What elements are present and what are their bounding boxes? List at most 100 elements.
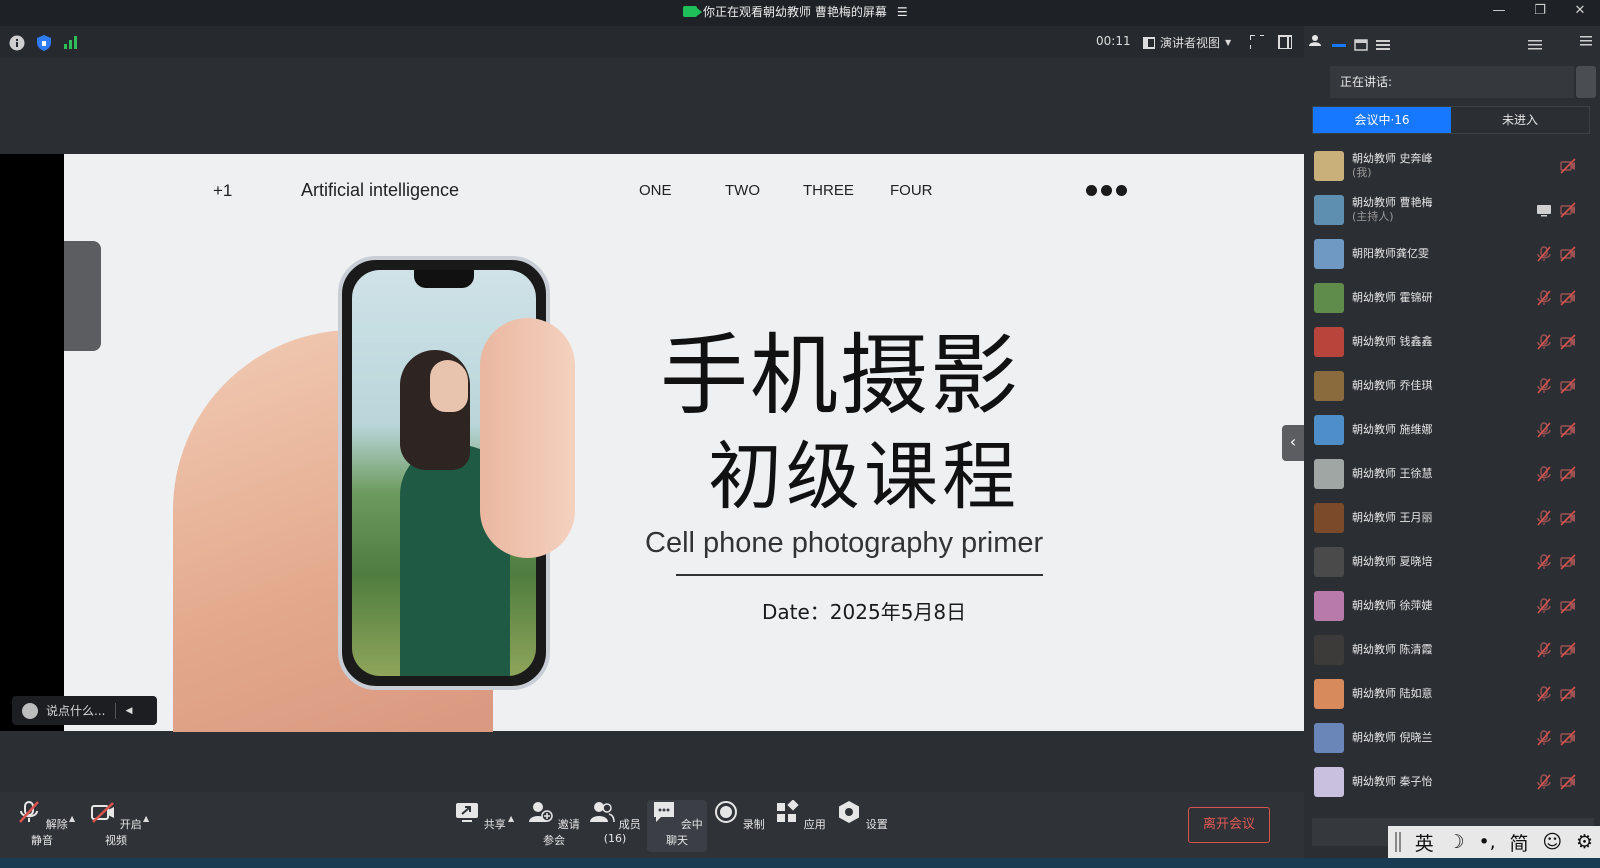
members-panel: 正在讲话: 会议中·16 未进入 朝幼教师 史奔峰 (我) 朝幼教师 曹艳梅 (主持人…	[1304, 26, 1600, 858]
settings-label: 设置	[865, 818, 888, 831]
camera-off-icon[interactable]	[1560, 290, 1576, 306]
camera-off-icon[interactable]	[1560, 598, 1576, 614]
mic-off-icon[interactable]	[1536, 686, 1552, 702]
mic-off-icon[interactable]	[1536, 598, 1552, 614]
panel-list-icon[interactable]	[1376, 39, 1390, 51]
fullscreen-icon[interactable]	[1250, 35, 1264, 49]
settings-button[interactable]: 设置	[832, 800, 892, 832]
phone-notch	[414, 270, 474, 288]
ime-grip-handle[interactable]	[1394, 832, 1401, 852]
camera-off-icon[interactable]	[1560, 158, 1576, 174]
ime-script-toggle[interactable]: 简	[1510, 829, 1529, 856]
record-button[interactable]: 录制	[709, 800, 769, 832]
panel-menu-icon[interactable]	[1580, 36, 1594, 48]
mic-off-icon[interactable]	[1536, 730, 1552, 746]
member-row[interactable]: 朝幼教师 史奔峰 (我)	[1304, 144, 1600, 188]
camera-off-icon[interactable]	[1560, 774, 1576, 790]
slide-subheadline: 初级课程	[708, 434, 1020, 520]
emoji-icon[interactable]	[22, 702, 38, 719]
video-options-caret-icon[interactable]: ▲	[143, 814, 149, 823]
member-name: 朝幼教师 霍锦研	[1352, 291, 1433, 304]
signal-strength-icon[interactable]	[64, 35, 80, 49]
member-row[interactable]: 朝幼教师 乔佳琪	[1304, 364, 1600, 408]
mic-off-icon[interactable]	[1536, 466, 1552, 482]
ime-moon-icon[interactable]: ☽	[1448, 831, 1465, 853]
camera-off-icon[interactable]	[1560, 246, 1576, 262]
collapse-chat-icon[interactable]: ◀	[125, 706, 132, 716]
camera-off-icon[interactable]	[1560, 510, 1576, 526]
view-mode-dropdown[interactable]: 演讲者视图 ▼	[1143, 34, 1231, 51]
member-row[interactable]: 朝幼教师 徐萍婕	[1304, 584, 1600, 628]
ime-emoji-icon[interactable]: ☺	[1542, 831, 1562, 853]
tab-not-joined[interactable]: 未进入	[1451, 107, 1589, 133]
invite-button[interactable]: 邀请参会	[524, 800, 584, 848]
panel-scrollbar[interactable]	[1576, 66, 1596, 98]
restore-button[interactable]: ❐	[1530, 3, 1550, 18]
camera-off-icon[interactable]	[1560, 378, 1576, 394]
mic-off-icon[interactable]	[1536, 554, 1552, 570]
person-icon[interactable]	[1309, 34, 1321, 46]
mic-off-icon[interactable]	[1536, 378, 1552, 394]
window-title: 你正在观看朝幼教师 曹艳梅的屏幕 ☰	[683, 3, 908, 20]
collapse-panel-button[interactable]: ‹	[1282, 425, 1304, 461]
member-row[interactable]: 朝幼教师 施维娜	[1304, 408, 1600, 452]
panel-window-icon[interactable]	[1354, 39, 1368, 51]
security-shield-icon[interactable]	[37, 35, 51, 51]
camera-off-icon[interactable]	[1560, 334, 1576, 350]
member-row[interactable]: 朝幼教师 陈清霞	[1304, 628, 1600, 672]
member-name: 朝幼教师 陈清霞	[1352, 643, 1433, 656]
member-row[interactable]: 朝幼教师 王徐慧	[1304, 452, 1600, 496]
camera-off-icon[interactable]	[1560, 466, 1576, 482]
ime-punctuation-toggle[interactable]: •,	[1478, 831, 1495, 853]
apps-button[interactable]: 应用	[770, 799, 830, 832]
member-row[interactable]: 朝幼教师 倪晓兰	[1304, 716, 1600, 760]
ime-settings-icon[interactable]: ⚙	[1576, 831, 1593, 853]
title-bar: 你正在观看朝幼教师 曹艳梅的屏幕 ☰ — ❐ ✕	[0, 0, 1600, 26]
panel-header	[1304, 26, 1600, 64]
close-button[interactable]: ✕	[1570, 3, 1590, 18]
avatar	[1314, 503, 1344, 533]
share-button[interactable]: 共享	[450, 800, 510, 832]
camera-off-icon[interactable]	[1560, 730, 1576, 746]
info-icon[interactable]	[9, 35, 25, 51]
mic-off-icon[interactable]	[1536, 334, 1552, 350]
panel-minimize-icon[interactable]	[1332, 39, 1346, 51]
side-panel-toggle-icon[interactable]	[1278, 35, 1292, 49]
screen-share-icon	[683, 6, 702, 17]
member-row[interactable]: 朝幼教师 曹艳梅 (主持人)	[1304, 188, 1600, 232]
member-row[interactable]: 朝幼教师 王月丽	[1304, 496, 1600, 540]
mic-off-icon[interactable]	[1536, 642, 1552, 658]
camera-off-icon[interactable]	[1560, 422, 1576, 438]
member-row[interactable]: 朝幼教师 钱鑫鑫	[1304, 320, 1600, 364]
camera-off-icon[interactable]	[1560, 686, 1576, 702]
unmute-button[interactable]: 解除静音	[12, 800, 72, 848]
members-button[interactable]: 成员(16)	[585, 800, 645, 845]
mic-off-icon[interactable]	[1536, 510, 1552, 526]
ime-toolbar: 英 ☽ •, 简 ☺ ⚙	[1388, 826, 1600, 858]
share-options-caret-icon[interactable]: ▲	[508, 814, 514, 823]
menu-icon[interactable]: ☰	[897, 5, 908, 19]
tab-in-meeting[interactable]: 会议中·16	[1313, 107, 1451, 133]
member-row[interactable]: 朝阳教师龚亿雯	[1304, 232, 1600, 276]
member-row[interactable]: 朝幼教师 夏晓培	[1304, 540, 1600, 584]
avatar	[1314, 283, 1344, 313]
member-row[interactable]: 朝幼教师 秦子怡	[1304, 760, 1600, 804]
member-row[interactable]: 朝幼教师 霍锦研	[1304, 276, 1600, 320]
mic-off-icon[interactable]	[1536, 422, 1552, 438]
start-video-button[interactable]: 开启视频	[86, 800, 146, 848]
minimize-button[interactable]: —	[1489, 3, 1509, 18]
panel-options-icon[interactable]	[1528, 39, 1542, 51]
camera-off-icon[interactable]	[1560, 202, 1576, 218]
chat-button[interactable]: 会中聊天	[647, 800, 707, 852]
chat-input[interactable]: 说点什么... ◀	[12, 696, 157, 725]
member-row[interactable]: 朝幼教师 陆如意	[1304, 672, 1600, 716]
mic-off-icon[interactable]	[1536, 246, 1552, 262]
ime-language-toggle[interactable]: 英	[1415, 829, 1434, 856]
mic-off-icon[interactable]	[1536, 774, 1552, 790]
audio-options-caret-icon[interactable]: ▲	[69, 814, 75, 823]
mic-off-icon[interactable]	[1536, 290, 1552, 306]
screen-share-icon[interactable]	[1536, 202, 1552, 218]
camera-off-icon[interactable]	[1560, 554, 1576, 570]
camera-off-icon[interactable]	[1560, 642, 1576, 658]
leave-meeting-button[interactable]: 离开会议	[1188, 807, 1270, 843]
